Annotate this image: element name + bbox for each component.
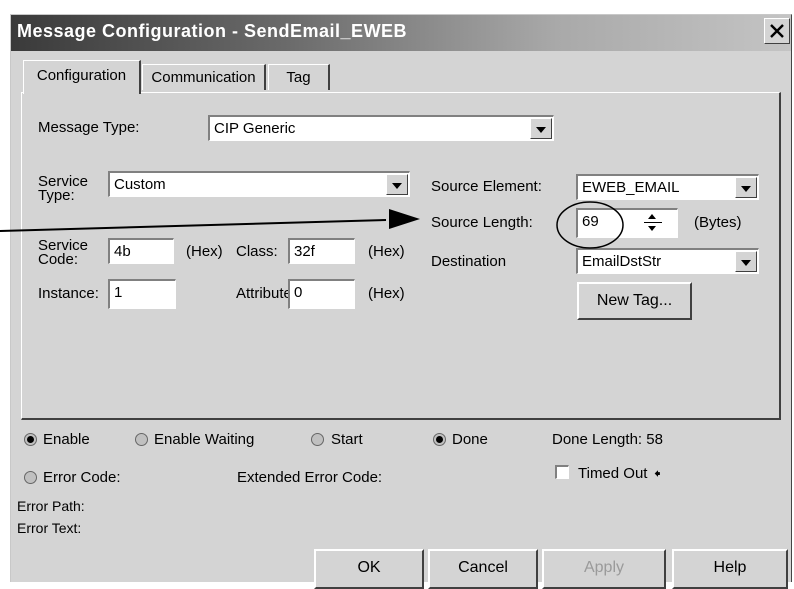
class-hex-unit: (Hex) xyxy=(368,243,405,260)
error-code-label: Error Code: xyxy=(43,469,121,486)
enable-label: Enable xyxy=(43,431,90,448)
help-button[interactable]: Help xyxy=(672,549,788,589)
done-length-text: Done Length: 58 xyxy=(552,431,663,448)
timed-out-checkbox xyxy=(555,465,569,479)
tab-tag[interactable]: Tag xyxy=(268,64,330,90)
bytes-unit: (Bytes) xyxy=(694,214,742,231)
enable-waiting-radio xyxy=(135,433,148,446)
error-path-label: Error Path: xyxy=(17,498,85,514)
enable-radio xyxy=(24,433,37,446)
apply-button[interactable]: Apply xyxy=(542,549,666,589)
enable-waiting-label: Enable Waiting xyxy=(154,431,255,448)
attribute-hex-unit: (Hex) xyxy=(368,285,405,302)
source-element-select[interactable]: EWEB_EMAIL xyxy=(576,174,759,200)
new-tag-button[interactable]: New Tag... xyxy=(577,282,692,320)
error-text-label: Error Text: xyxy=(17,520,82,536)
instance-input[interactable]: 1 xyxy=(108,279,176,309)
timed-out-label: Timed Out xyxy=(578,465,648,482)
chevron-down-icon[interactable] xyxy=(530,118,552,139)
timed-out-arrow-icon: 🠸 xyxy=(654,466,661,481)
close-icon xyxy=(770,24,784,38)
message-type-label: Message Type: xyxy=(38,119,140,136)
spin-up-icon[interactable] xyxy=(648,214,656,219)
close-button[interactable] xyxy=(764,18,790,44)
service-code-input[interactable]: 4b xyxy=(108,238,174,264)
destination-select[interactable]: EmailDstStr xyxy=(576,248,759,274)
start-label: Start xyxy=(331,431,363,448)
error-code-radio xyxy=(24,471,37,484)
message-type-select[interactable]: CIP Generic xyxy=(208,115,554,141)
instance-label: Instance: xyxy=(38,285,99,302)
ok-button[interactable]: OK xyxy=(314,549,424,589)
source-length-label: Source Length: xyxy=(431,214,533,231)
tab-communication[interactable]: Communication xyxy=(142,64,266,90)
service-type-select[interactable]: Custom xyxy=(108,171,410,197)
source-length-spinner[interactable] xyxy=(636,211,672,235)
service-code-label: Service Code: xyxy=(38,237,89,268)
extended-error-code-label: Extended Error Code: xyxy=(237,469,383,486)
done-radio xyxy=(433,433,446,446)
title-bar[interactable]: Message Configuration - SendEmail_EWEB xyxy=(11,15,791,51)
destination-label: Destination xyxy=(431,253,507,270)
message-configuration-dialog: Message Configuration - SendEmail_EWEB C… xyxy=(10,14,792,589)
chevron-down-icon[interactable] xyxy=(735,177,757,198)
start-radio xyxy=(311,433,324,446)
tab-configuration[interactable]: Configuration xyxy=(23,60,141,94)
class-input[interactable]: 32f xyxy=(288,238,355,264)
source-element-label: Source Element: xyxy=(431,178,542,195)
chevron-down-icon[interactable] xyxy=(386,174,408,195)
window-title: Message Configuration - SendEmail_EWEB xyxy=(17,21,408,41)
spin-down-icon[interactable] xyxy=(648,226,656,231)
cancel-button[interactable]: Cancel xyxy=(428,549,538,589)
service-code-hex-unit: (Hex) xyxy=(186,243,223,260)
attribute-input[interactable]: 0 xyxy=(288,279,355,309)
done-label: Done xyxy=(452,431,488,448)
chevron-down-icon[interactable] xyxy=(735,251,757,272)
class-label: Class: xyxy=(236,243,278,260)
service-type-label: Service Type: xyxy=(38,173,89,204)
